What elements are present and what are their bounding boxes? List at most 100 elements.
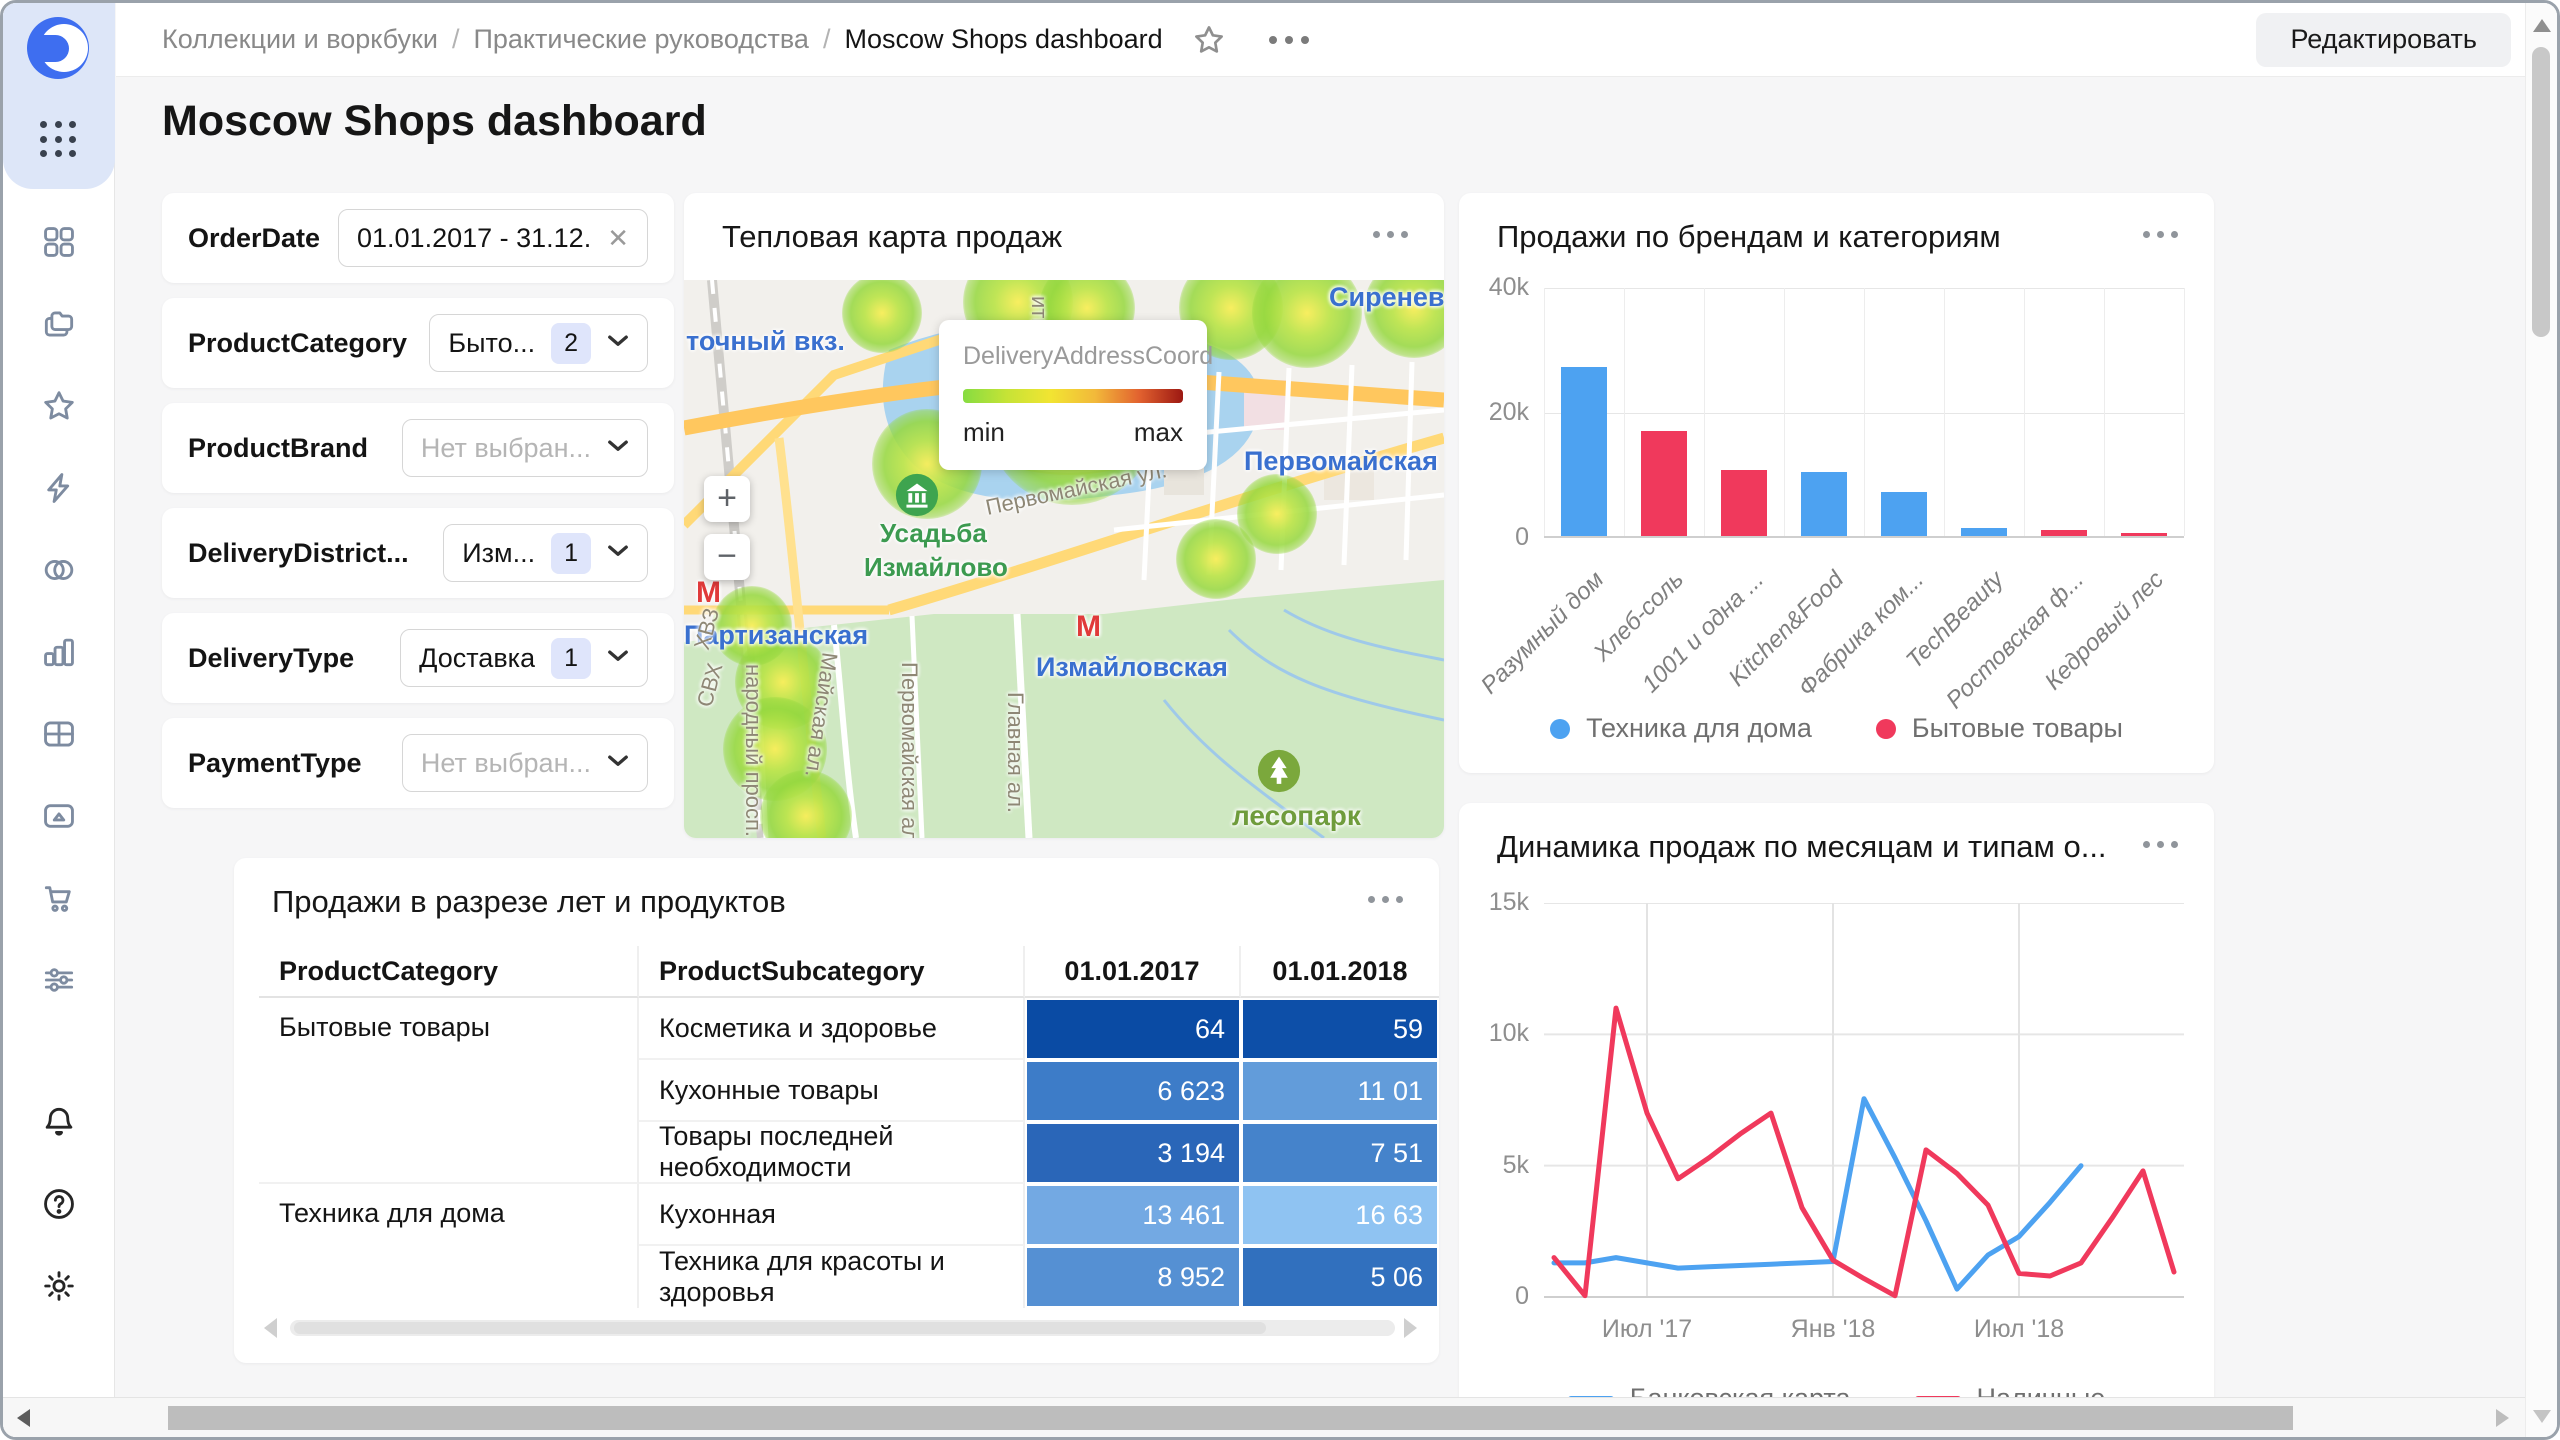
table-subcategory-cell: Косметика и здоровье [639, 998, 1025, 1060]
sidebar-tune-icon[interactable] [40, 961, 78, 999]
sidebar-folders-icon[interactable] [40, 305, 78, 343]
line-x-tick: Янв '18 [1790, 1315, 1876, 1343]
legend-item[interactable]: Наличные [1914, 1383, 2105, 1397]
favorite-star-icon[interactable] [1191, 22, 1227, 58]
line-x-tick: Июл '18 [1973, 1315, 2065, 1343]
vertical-scrollbar-thumb[interactable] [2532, 47, 2550, 337]
sidebar-bell-icon[interactable] [40, 1103, 78, 1141]
table-value-cell[interactable]: 64 [1025, 998, 1241, 1060]
breadcrumb-item[interactable]: Moscow Shops dashboard [844, 24, 1162, 55]
sidebar-star-icon[interactable] [40, 387, 78, 425]
filter-control[interactable]: Нет выбран... [401, 419, 648, 477]
line-chart-title: Динамика продаж по месяцам и типам о... [1497, 829, 2107, 864]
bar-chart-menu-icon[interactable] [2143, 231, 2178, 238]
sidebar-chart-icon[interactable] [40, 633, 78, 671]
pivot-table-card: Продажи в разрезе лет и продуктов Produc… [234, 858, 1439, 1363]
table-value-cell[interactable]: 7 51 [1241, 1122, 1439, 1184]
table-scroll-left-icon[interactable] [264, 1318, 277, 1338]
sidebar-bolt-icon[interactable] [40, 469, 78, 507]
filter-orderdate: OrderDate 01.01.2017 - 31.12.2018 ✕ [162, 193, 674, 283]
edit-button[interactable]: Редактировать [2256, 12, 2511, 67]
legend-item[interactable]: Техника для дома [1550, 713, 1812, 744]
sidebar [3, 3, 115, 1437]
bar-Ростовская ф...[interactable] [2041, 530, 2087, 536]
table-value-cell[interactable]: 5 06 [1241, 1246, 1439, 1308]
sidebar-circles-icon[interactable] [40, 551, 78, 589]
scroll-down-icon[interactable] [2533, 1410, 2551, 1423]
table-value: 16 63 [1243, 1186, 1437, 1244]
bar-Разумный дом[interactable] [1561, 367, 1607, 536]
legend-item[interactable]: Бытовые товары [1875, 713, 2123, 744]
table-value-cell[interactable]: 6 623 [1025, 1060, 1241, 1122]
map-label: Первомайская ал. [897, 662, 922, 838]
sidebar-help-icon[interactable] [40, 1185, 78, 1223]
sidebar-folder-image-icon[interactable] [40, 797, 78, 835]
gridline [1544, 288, 1545, 536]
table-value-cell[interactable]: 11 01 [1241, 1060, 1439, 1122]
map-canvas[interactable]: точный вкз. Сиреневый Первомайская Первомай… [684, 280, 1444, 838]
sidebar-gear-icon[interactable] [40, 1267, 78, 1305]
clear-icon[interactable]: ✕ [607, 223, 629, 254]
line-chart-menu-icon[interactable] [2143, 841, 2178, 848]
table-value-cell[interactable]: 16 63 [1241, 1184, 1439, 1246]
scroll-left-icon[interactable] [17, 1409, 30, 1427]
table-value-cell[interactable]: 8 952 [1025, 1246, 1241, 1308]
breadcrumb-item[interactable]: Практические руководства [473, 24, 808, 55]
legend-dot-icon [1875, 718, 1896, 739]
breadcrumb-separator: / [822, 24, 831, 54]
map-zoom-out-button[interactable]: − [704, 534, 750, 580]
bar-y-tick: 40k [1488, 273, 1529, 301]
datalens-logo-icon[interactable] [27, 17, 89, 79]
map-label: Измайловская [1036, 652, 1228, 682]
heatmap-card-menu-icon[interactable] [1373, 231, 1408, 238]
table-value-cell[interactable]: 59 [1241, 998, 1439, 1060]
sidebar-grid-icon[interactable] [40, 223, 78, 261]
table-scroll-right-icon[interactable] [1404, 1318, 1417, 1338]
scroll-up-icon[interactable] [2533, 19, 2551, 32]
map-label: Главная ал. [1003, 692, 1028, 814]
table-value-cell[interactable]: 3 194 [1025, 1122, 1241, 1184]
gridline [2104, 288, 2105, 536]
filter-control[interactable]: Доставка 1 [400, 629, 648, 687]
filter-control[interactable]: Нет выбран... [401, 734, 648, 792]
filter-control[interactable]: Быто... 2 [429, 314, 648, 372]
breadcrumb-menu-icon[interactable] [1268, 35, 1309, 44]
park-tree-icon [1256, 748, 1302, 794]
horizontal-scrollbar[interactable] [3, 1397, 2525, 1437]
table-value: 64 [1027, 1000, 1239, 1058]
table-value: 6 623 [1027, 1062, 1239, 1120]
sidebar-layout-icon[interactable] [40, 715, 78, 753]
heatmap-card-title: Тепловая карта продаж [722, 219, 1063, 254]
map-zoom-in-button[interactable]: + [704, 476, 750, 522]
map-label: точный вкз. [686, 326, 845, 356]
bar-y-tick: 20k [1488, 398, 1529, 426]
legend-item[interactable]: Банковская карта [1567, 1383, 1851, 1397]
legend-label: Бытовые товары [1911, 713, 2123, 743]
table-scrollbar-thumb[interactable] [294, 1322, 1267, 1334]
bar-chart-plot [1544, 288, 2185, 538]
bar-Фабрика ком...[interactable] [1881, 491, 1927, 536]
bar-1001 и одна ...[interactable] [1721, 470, 1767, 536]
heatmap-card: Тепловая карта продаж точный вкз. Сирене… [684, 193, 1444, 838]
breadcrumb-item[interactable]: Коллекции и воркбуки [162, 24, 438, 55]
pivot-table-menu-icon[interactable] [1368, 896, 1403, 903]
sidebar-cart-icon[interactable] [40, 879, 78, 917]
apps-menu-icon[interactable] [40, 121, 78, 159]
table-value-cell[interactable]: 13 461 [1025, 1184, 1241, 1246]
filter-label: DeliveryType [188, 642, 355, 673]
filter-count-badge: 1 [551, 637, 591, 679]
bar-Хлеб-соль[interactable] [1641, 431, 1687, 536]
vertical-scrollbar[interactable] [2525, 3, 2557, 1437]
table-subcategory-cell: Кухонные товары [639, 1060, 1025, 1122]
bar-TechBeauty[interactable] [1961, 527, 2007, 536]
filter-control[interactable]: 01.01.2017 - 31.12.2018 ✕ [338, 209, 648, 267]
bar-Kitchen&Food[interactable] [1801, 472, 1847, 536]
filter-value: Нет выбран... [420, 432, 591, 463]
filter-control[interactable]: Изм... 1 [443, 524, 648, 582]
map-label: Первомайская [1244, 446, 1438, 476]
bar-chart-legend: Техника для дома Бытовые товары [1459, 713, 2214, 744]
scroll-right-icon[interactable] [2496, 1409, 2509, 1427]
horizontal-scrollbar-thumb[interactable] [168, 1406, 2293, 1430]
bar-Кедровый лес[interactable] [2121, 533, 2167, 536]
table-scrollbar[interactable] [290, 1320, 1395, 1336]
